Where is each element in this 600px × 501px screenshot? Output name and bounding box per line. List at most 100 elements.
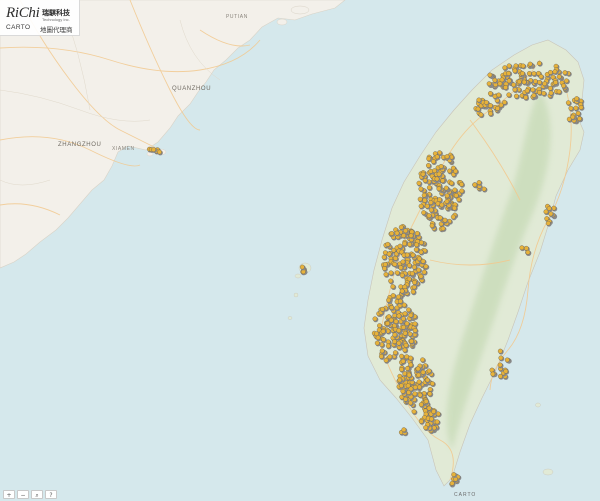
marker-dot: [416, 379, 422, 385]
marker-dot: [417, 392, 423, 398]
marker-dot: [381, 337, 386, 342]
marker-dot: [422, 178, 428, 183]
marker-dot: [390, 293, 396, 298]
marker-dot: [406, 372, 412, 378]
marker-dot: [439, 202, 445, 208]
marker-dot: [410, 252, 416, 258]
marker-dot: [531, 92, 537, 98]
marker-dot: [414, 242, 419, 248]
marker-dot: [403, 228, 408, 234]
zoom-in-button[interactable]: +: [3, 490, 15, 499]
marker-dot: [568, 105, 574, 111]
marker-dot: [489, 367, 495, 373]
marker-dot: [418, 402, 424, 407]
marker-dot: [399, 288, 405, 294]
marker-dot: [401, 427, 407, 433]
marker-dot: [519, 70, 525, 76]
marker-dot: [379, 348, 385, 354]
marker-dot: [444, 154, 450, 159]
marker-dot: [420, 357, 425, 363]
marker-dot: [527, 61, 533, 67]
marker-dot: [396, 340, 402, 346]
marker-dot: [416, 372, 421, 378]
marker-dot: [402, 311, 408, 317]
marker-dot: [442, 217, 448, 223]
logo-sub: CARTO: [6, 24, 31, 31]
marker-dot: [478, 112, 484, 118]
marker-dot: [398, 265, 404, 271]
marker-dot: [520, 63, 526, 69]
marker-dot: [426, 405, 432, 411]
marker-dot: [578, 104, 584, 110]
marker-dot: [382, 266, 387, 271]
marker-dot: [521, 79, 527, 85]
marker-dot: [425, 163, 431, 168]
orchid-island: [542, 468, 554, 476]
marker-dot: [417, 196, 423, 202]
search-icon[interactable]: ⌕: [31, 490, 43, 499]
marker-dot: [429, 416, 434, 422]
marker-dot: [428, 200, 434, 205]
marker-dot: [408, 386, 414, 392]
marker-dot: [412, 280, 417, 285]
marker-dot: [386, 297, 392, 303]
marker-dot: [497, 373, 503, 379]
marker-dot: [407, 241, 413, 247]
logo-sub-cn: 地圖代理商: [40, 26, 73, 34]
marker-dot: [412, 391, 418, 397]
marker-dot: [511, 82, 516, 88]
marker-dot: [425, 377, 430, 383]
marker-dot: [556, 89, 562, 95]
marker-dot: [411, 409, 417, 415]
marker-dot: [408, 400, 413, 406]
marker-dot: [495, 106, 500, 111]
marker-dot: [537, 79, 542, 85]
marker-dot: [380, 328, 386, 334]
marker-dot: [398, 383, 404, 389]
marker-dot: [378, 354, 384, 359]
marker-dot: [497, 81, 503, 87]
marker-dot: [523, 95, 529, 100]
map-canvas[interactable]: QUANZHOU ZHANGZHOU XIAMEN PUTIAN: [0, 0, 600, 501]
marker-dot: [438, 163, 444, 169]
zoom-out-button[interactable]: −: [17, 490, 29, 499]
carto-attribution[interactable]: CARTO: [454, 492, 476, 498]
marker-dot: [411, 264, 417, 270]
green-island: [535, 402, 541, 408]
marker-dot: [418, 240, 424, 246]
marker-dot: [412, 321, 418, 327]
marker-dot: [434, 154, 440, 160]
marker-dot: [420, 171, 426, 177]
marker-dot: [562, 70, 568, 75]
marker-dot: [556, 74, 562, 80]
marker-dot: [437, 215, 443, 221]
marker-dot: [429, 381, 435, 387]
marker-dot: [548, 69, 553, 75]
marker-dot: [398, 284, 404, 290]
marker-dot: [418, 186, 424, 192]
marker-dot: [548, 90, 554, 96]
marker-dot: [451, 472, 457, 477]
marker-dot: [524, 88, 530, 94]
marker-dot: [416, 256, 422, 262]
marker-dot: [397, 377, 403, 383]
marker-dot: [412, 327, 418, 333]
marker-dot: [408, 355, 414, 361]
marker-dot: [404, 354, 410, 360]
marker-dot: [403, 342, 409, 348]
marker-dot: [512, 68, 518, 74]
help-icon[interactable]: ?: [45, 490, 57, 499]
marker-dot: [434, 176, 440, 182]
marker-dot: [400, 259, 406, 265]
marker-dot: [538, 74, 544, 79]
marker-dot: [542, 81, 547, 87]
marker-dot: [387, 354, 393, 360]
marker-dot: [459, 181, 464, 187]
marker-dot: [403, 396, 408, 402]
marker-dot: [299, 264, 305, 270]
marker-dot: [388, 270, 394, 276]
marker-dot: [537, 90, 542, 95]
marker-dot: [531, 71, 537, 76]
island-coast-2: [276, 18, 288, 26]
marker-dot: [374, 340, 380, 346]
